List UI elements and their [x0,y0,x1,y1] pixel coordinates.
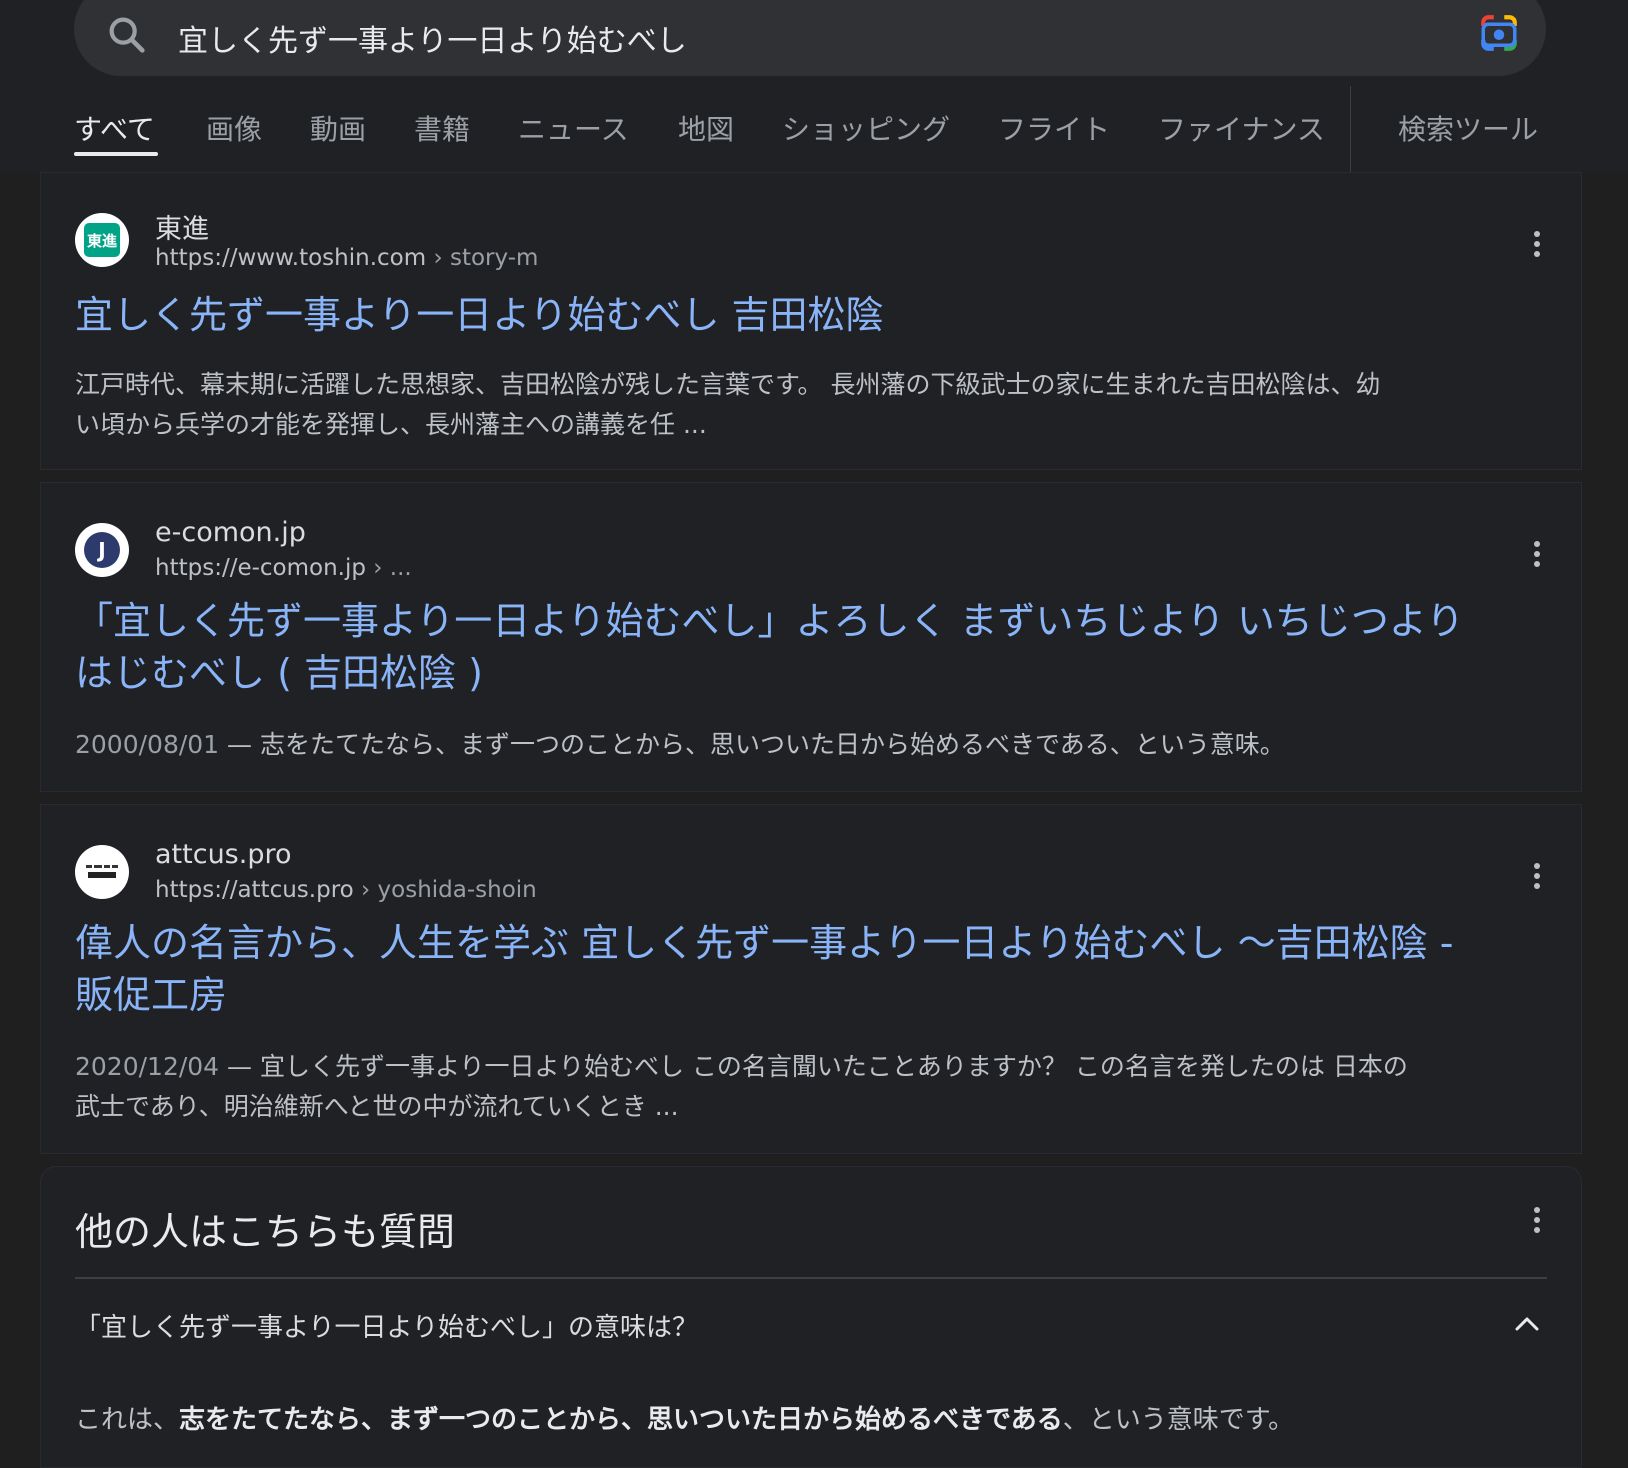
tab-finance[interactable]: ファイナンス [1158,108,1325,148]
result-date: 2000/08/01 [75,730,220,759]
favicon-text: 東進 [86,231,117,250]
header: 宜しく先ず一事より一日より始むべし すべて 画像 動画 書籍 ニュース 地図 シ… [0,0,1628,172]
url-breadcrumb: › ... [365,555,412,581]
tabs-divider [1350,86,1351,172]
tab-maps[interactable]: 地図 [678,108,734,148]
chevron-up-icon[interactable] [1513,1313,1541,1333]
search-result: 東進 東進 https://www.toshin.com › story-m 宜… [40,172,1582,470]
attcus-logo-icon [86,865,118,878]
favicon-text: J [98,538,106,562]
site-name[interactable]: 東進 [155,207,209,246]
more-options-icon[interactable] [1533,231,1541,261]
tab-videos[interactable]: 動画 [310,108,366,148]
search-tabs: すべて 画像 動画 書籍 ニュース 地図 ショッピング フライト ファイナンス … [0,86,1628,172]
search-icon[interactable] [104,12,150,58]
result-snippet: 江戸時代、幕末期に活躍した思想家、吉田松陰が残した言葉です。 長州藩の下級武士の… [75,365,1541,445]
search-input[interactable]: 宜しく先ず一事より一日より始むべし [178,16,687,60]
title-line: はじむべし ( 吉田松陰 ) [75,651,483,695]
snippet-line: い頃から兵学の才能を発揮し、長州藩主への講義を任 ... [75,410,707,439]
tab-shopping[interactable]: ショッピング [782,108,950,148]
result-title-link[interactable]: 宜しく先ず一事より一日より始むべし 吉田松陰 [75,289,1541,341]
google-lens-icon[interactable] [1478,12,1520,54]
title-line: 販促工房 [75,973,228,1017]
site-name[interactable]: e-comon.jp [155,517,306,548]
snippet-line: — 宜しく先ず一事より一日より始むべし この名言聞いたことありますか？ この名言… [219,1052,1408,1081]
site-url[interactable]: https://e-comon.jp › ... [155,555,412,581]
url-domain: https://attcus.pro [155,877,354,903]
e-comon-favicon: J [75,523,129,577]
search-box[interactable]: 宜しく先ず一事より一日より始むべし [74,0,1546,76]
search-result: J e-comon.jp https://e-comon.jp › ... 「宜… [40,482,1582,792]
search-result: attcus.pro https://attcus.pro › yoshida-… [40,804,1582,1154]
title-line: 「宜しく先ず一事より一日より始むべし」よろしく まずいちじより いちじつより [75,599,1465,643]
paa-heading: 他の人はこちらも質問 [75,1210,456,1254]
url-breadcrumb: › story-m [426,245,539,271]
answer-suffix: 、という意味です。 [1062,1405,1295,1435]
title-line: 偉人の名言から、人生を学ぶ 宜しく先ず一事より一日より始むべし ～吉田松陰 - [75,921,1454,965]
toshin-favicon: 東進 [75,213,129,267]
people-also-ask: 他の人はこちらも質問 「宜しく先ず一事より一日より始むべし」の意味は？ これは、… [40,1166,1582,1468]
site-url[interactable]: https://attcus.pro › yoshida-shoin [155,877,537,903]
snippet-line: 武士であり、明治維新へと世の中が流れていくとき ... [75,1092,679,1121]
paa-question[interactable]: 「宜しく先ず一事より一日より始むべし」の意味は？ [75,1307,698,1344]
tab-all[interactable]: すべて [74,108,155,148]
tab-flights[interactable]: フライト [998,108,1110,148]
answer-highlight: 志をたてたなら、まず一つのことから、思いついた日から始めるべきである [179,1405,1063,1435]
tab-books[interactable]: 書籍 [414,108,470,148]
url-breadcrumb: › yoshida-shoin [353,877,537,903]
result-date: 2020/12/04 [75,1052,220,1081]
snippet-line: 江戸時代、幕末期に活躍した思想家、吉田松陰が残した言葉です。 長州藩の下級武士の… [75,370,1381,399]
result-snippet: 2000/08/01 — 志をたてたなら、まず一つのことから、思いついた日から始… [75,725,1541,765]
site-url[interactable]: https://www.toshin.com › story-m [155,245,538,271]
result-snippet: 2020/12/04 — 宜しく先ず一事より一日より始むべし この名言聞いたこと… [75,1047,1541,1127]
more-options-icon[interactable] [1533,541,1541,571]
tab-search-tools[interactable]: 検索ツール [1398,108,1538,148]
active-tab-indicator [74,152,158,156]
tab-news[interactable]: ニュース [518,108,629,148]
attcus-favicon [75,845,129,899]
result-title-link[interactable]: 偉人の名言から、人生を学ぶ 宜しく先ず一事より一日より始むべし ～吉田松陰 - … [75,917,1541,1021]
answer-prefix: これは、 [75,1405,180,1435]
snippet-line: — 志をたてたなら、まず一つのことから、思いついた日から始めるべきである、という… [219,730,1285,759]
url-domain: https://www.toshin.com [155,245,427,271]
paa-answer: これは、志をたてたなら、まず一つのことから、思いついた日から始めるべきである、と… [75,1399,1294,1436]
result-title-link[interactable]: 「宜しく先ず一事より一日より始むべし」よろしく まずいちじより いちじつより は… [75,595,1541,699]
site-name[interactable]: attcus.pro [155,839,292,870]
more-options-icon[interactable] [1533,1207,1541,1237]
more-options-icon[interactable] [1533,863,1541,893]
divider [75,1277,1547,1279]
url-domain: https://e-comon.jp [155,555,366,581]
tab-images[interactable]: 画像 [206,108,262,148]
